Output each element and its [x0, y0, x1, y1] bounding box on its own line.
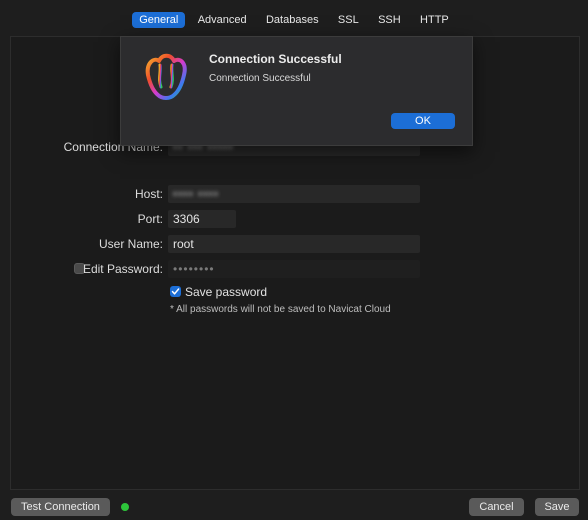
connection-status-indicator: [121, 503, 129, 511]
password-value: ••••••••: [173, 262, 215, 276]
tab-general[interactable]: General: [132, 12, 186, 28]
tab-databases[interactable]: Databases: [259, 12, 326, 28]
username-row: User Name: root: [0, 235, 588, 253]
dialog-message: Connection Successful: [209, 73, 311, 84]
host-row: Host: •••• ••••: [0, 185, 588, 203]
test-connection-button[interactable]: Test Connection: [11, 498, 110, 516]
tab-ssh[interactable]: SSH: [371, 12, 408, 28]
tab-advanced[interactable]: Advanced: [191, 12, 254, 28]
save-password-label: Save password: [185, 285, 268, 299]
password-row: Edit Password: ••••••••: [0, 260, 588, 278]
port-row: Port: 3306: [0, 210, 588, 228]
save-password-row: Save password: [0, 285, 588, 303]
tab-bar: General Advanced Databases SSL SSH HTTP: [0, 12, 588, 28]
checkmark-icon: [171, 288, 180, 295]
connection-success-dialog: Connection Successful Connection Success…: [120, 36, 473, 146]
host-value: •••• ••••: [173, 187, 219, 201]
port-field[interactable]: 3306: [168, 210, 236, 228]
password-field: ••••••••: [168, 260, 420, 278]
tab-http[interactable]: HTTP: [413, 12, 456, 28]
username-label: User Name:: [98, 237, 163, 251]
cloud-password-note: * All passwords will not be saved to Nav…: [170, 304, 391, 315]
port-label: Port:: [137, 212, 163, 226]
host-field[interactable]: •••• ••••: [168, 185, 420, 203]
host-label: Host:: [134, 187, 163, 201]
save-password-checkbox[interactable]: [170, 286, 181, 297]
edit-password-label: Edit Password:: [82, 262, 163, 276]
save-button[interactable]: Save: [535, 498, 579, 516]
cancel-button[interactable]: Cancel: [469, 498, 524, 516]
navicat-logo-icon: [139, 51, 193, 108]
ok-button[interactable]: OK: [391, 113, 455, 129]
username-field[interactable]: root: [168, 235, 420, 253]
dialog-title: Connection Successful: [209, 52, 342, 66]
tab-ssl[interactable]: SSL: [331, 12, 366, 28]
